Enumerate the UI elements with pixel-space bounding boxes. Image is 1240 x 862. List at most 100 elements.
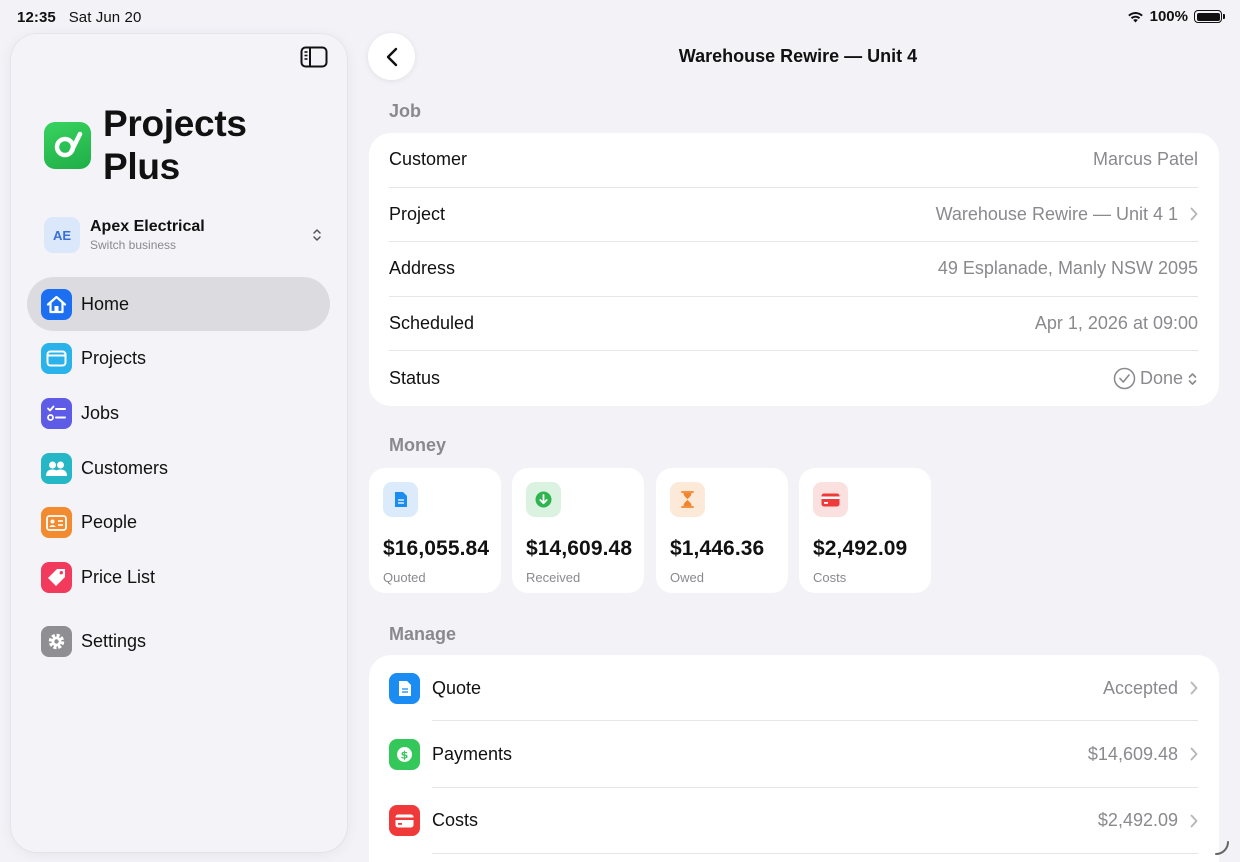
folder-icon [41, 343, 72, 375]
chevron-up-down-icon [1188, 372, 1197, 385]
chevron-right-icon [1190, 207, 1198, 221]
house-icon [41, 288, 72, 320]
tag-icon [41, 561, 72, 593]
sidebar: Projects Plus AE Apex Electrical Switch … [11, 34, 347, 852]
money-card-owed[interactable]: $1,446.36 Owed [656, 468, 788, 593]
gear-icon [41, 625, 72, 657]
job-row-project[interactable]: Project Warehouse Rewire — Unit 4 1 [389, 188, 1198, 243]
sidebar-item-label: Jobs [81, 402, 120, 423]
job-details-card: Customer Marcus Patel Project Warehouse … [369, 133, 1219, 406]
section-label-job: Job [389, 101, 422, 121]
money-label: Quoted [383, 570, 426, 585]
money-value: $16,055.84 [383, 537, 490, 560]
row-value-wrap: $14,609.48 [1088, 744, 1198, 765]
id-card-icon [41, 507, 72, 539]
chevron-right-icon [1190, 681, 1198, 695]
sidebar-toggle-icon[interactable] [300, 46, 328, 68]
money-card-costs[interactable]: $2,492.09 Costs [799, 468, 931, 593]
money-value: $14,609.48 [526, 537, 633, 560]
wifi-icon [1127, 12, 1143, 23]
page-title: Warehouse Rewire — Unit 4 [678, 46, 918, 66]
sidebar-nav: Home Projects Jobs Customers People Pric… [27, 277, 330, 669]
money-value: $1,446.36 [670, 537, 765, 560]
status-value: Done [1139, 368, 1183, 389]
row-label: Scheduled [389, 313, 475, 334]
status-time: 12:35 Sat Jun 20 [17, 9, 141, 26]
status-bar: 12:35 Sat Jun 20 100% [0, 0, 1240, 34]
row-value: Accepted [1102, 677, 1178, 698]
business-switcher[interactable]: AE Apex Electrical Switch business [44, 215, 324, 255]
job-row-customer[interactable]: Customer Marcus Patel [389, 133, 1198, 188]
arrow-down-circle-icon [526, 482, 561, 517]
hourglass-icon [670, 482, 705, 517]
dollar-circle-icon: $ [389, 738, 420, 770]
manage-row-costs[interactable]: Costs $2,492.09 [369, 788, 1219, 855]
resize-grip-icon[interactable] [1214, 840, 1230, 856]
status-picker[interactable]: Done [1113, 367, 1198, 390]
job-row-scheduled[interactable]: Scheduled Apr 1, 2026 at 09:00 [389, 297, 1198, 352]
credit-card-icon [813, 482, 848, 517]
app-name: Projects Plus [103, 103, 247, 187]
row-label: Costs [432, 810, 479, 831]
section-label-money: Money [389, 435, 447, 455]
sidebar-item-settings[interactable]: Settings [27, 614, 330, 668]
clock-date: Sat Jun 20 [68, 9, 142, 26]
clock-time: 12:35 [17, 9, 56, 26]
sidebar-item-price-list[interactable]: Price List [27, 550, 330, 604]
checklist-icon [41, 397, 72, 429]
sidebar-item-label: Home [81, 293, 130, 314]
money-value: $2,492.09 [813, 537, 908, 560]
business-name: Apex Electrical [90, 218, 205, 235]
row-label: Quote [432, 677, 482, 698]
money-label: Costs [813, 570, 847, 585]
row-value-wrap: Accepted [1103, 678, 1198, 699]
row-value-wrap: Warehouse Rewire — Unit 4 1 [936, 204, 1198, 225]
manage-row-quote[interactable]: Quote Accepted [369, 655, 1219, 722]
sidebar-item-people[interactable]: People [27, 496, 330, 550]
sidebar-item-label: Customers [81, 457, 169, 478]
credit-card-icon [389, 805, 420, 837]
app-logo-icon [44, 121, 91, 169]
row-value-wrap: $2,492.09 [1098, 810, 1198, 831]
manage-row-payments[interactable]: $ Payments $14,609.48 [369, 721, 1219, 788]
money-card-received[interactable]: $14,609.48 Received [512, 468, 644, 593]
row-label: Address [389, 258, 456, 279]
sidebar-item-label: People [81, 512, 138, 533]
job-row-address[interactable]: Address 49 Esplanade, Manly NSW 2095 [389, 242, 1198, 297]
chevron-right-icon [1190, 748, 1198, 761]
checkmark-circle-icon [1113, 367, 1136, 390]
row-value: $2,492.09 [1097, 810, 1178, 831]
row-value: 49 Esplanade, Manly NSW 2095 [937, 258, 1198, 279]
sidebar-item-label: Settings [81, 630, 147, 651]
money-label: Received [526, 570, 581, 585]
sidebar-item-projects[interactable]: Projects [27, 332, 330, 386]
document-icon [383, 482, 418, 517]
row-value: $14,609.48 [1087, 743, 1178, 764]
app-brand: Projects Plus [44, 102, 263, 188]
money-card-quoted[interactable]: $16,055.84 Quoted [369, 468, 501, 593]
people-icon [41, 452, 72, 484]
chevron-up-down-icon [313, 229, 321, 241]
money-label: Owed [670, 570, 704, 585]
row-label: Project [389, 203, 446, 224]
svg-text:$: $ [401, 748, 409, 761]
battery-percent: 100% [1149, 8, 1188, 25]
battery-icon [1194, 10, 1225, 23]
sidebar-item-jobs[interactable]: Jobs [27, 386, 330, 440]
row-value: Apr 1, 2026 at 09:00 [1034, 313, 1198, 334]
status-indicators: 100% [1127, 8, 1225, 25]
sidebar-item-label: Projects [81, 348, 147, 369]
manage-card: Quote Accepted $ Payments $14,609.48 Cos… [369, 655, 1219, 862]
sidebar-item-home[interactable]: Home [27, 277, 330, 331]
row-value: Warehouse Rewire — Unit 4 1 [935, 203, 1178, 224]
document-icon [389, 672, 420, 704]
section-label-manage: Manage [389, 624, 457, 644]
business-avatar: AE [44, 217, 80, 253]
row-value: Marcus Patel [1092, 149, 1198, 170]
chevron-right-icon [1190, 814, 1198, 828]
sidebar-item-customers[interactable]: Customers [27, 441, 330, 495]
sidebar-item-label: Price List [81, 566, 156, 587]
job-row-status[interactable]: Status Done [389, 351, 1198, 406]
business-subtitle: Switch business [90, 238, 177, 252]
row-label: Customer [389, 149, 468, 170]
